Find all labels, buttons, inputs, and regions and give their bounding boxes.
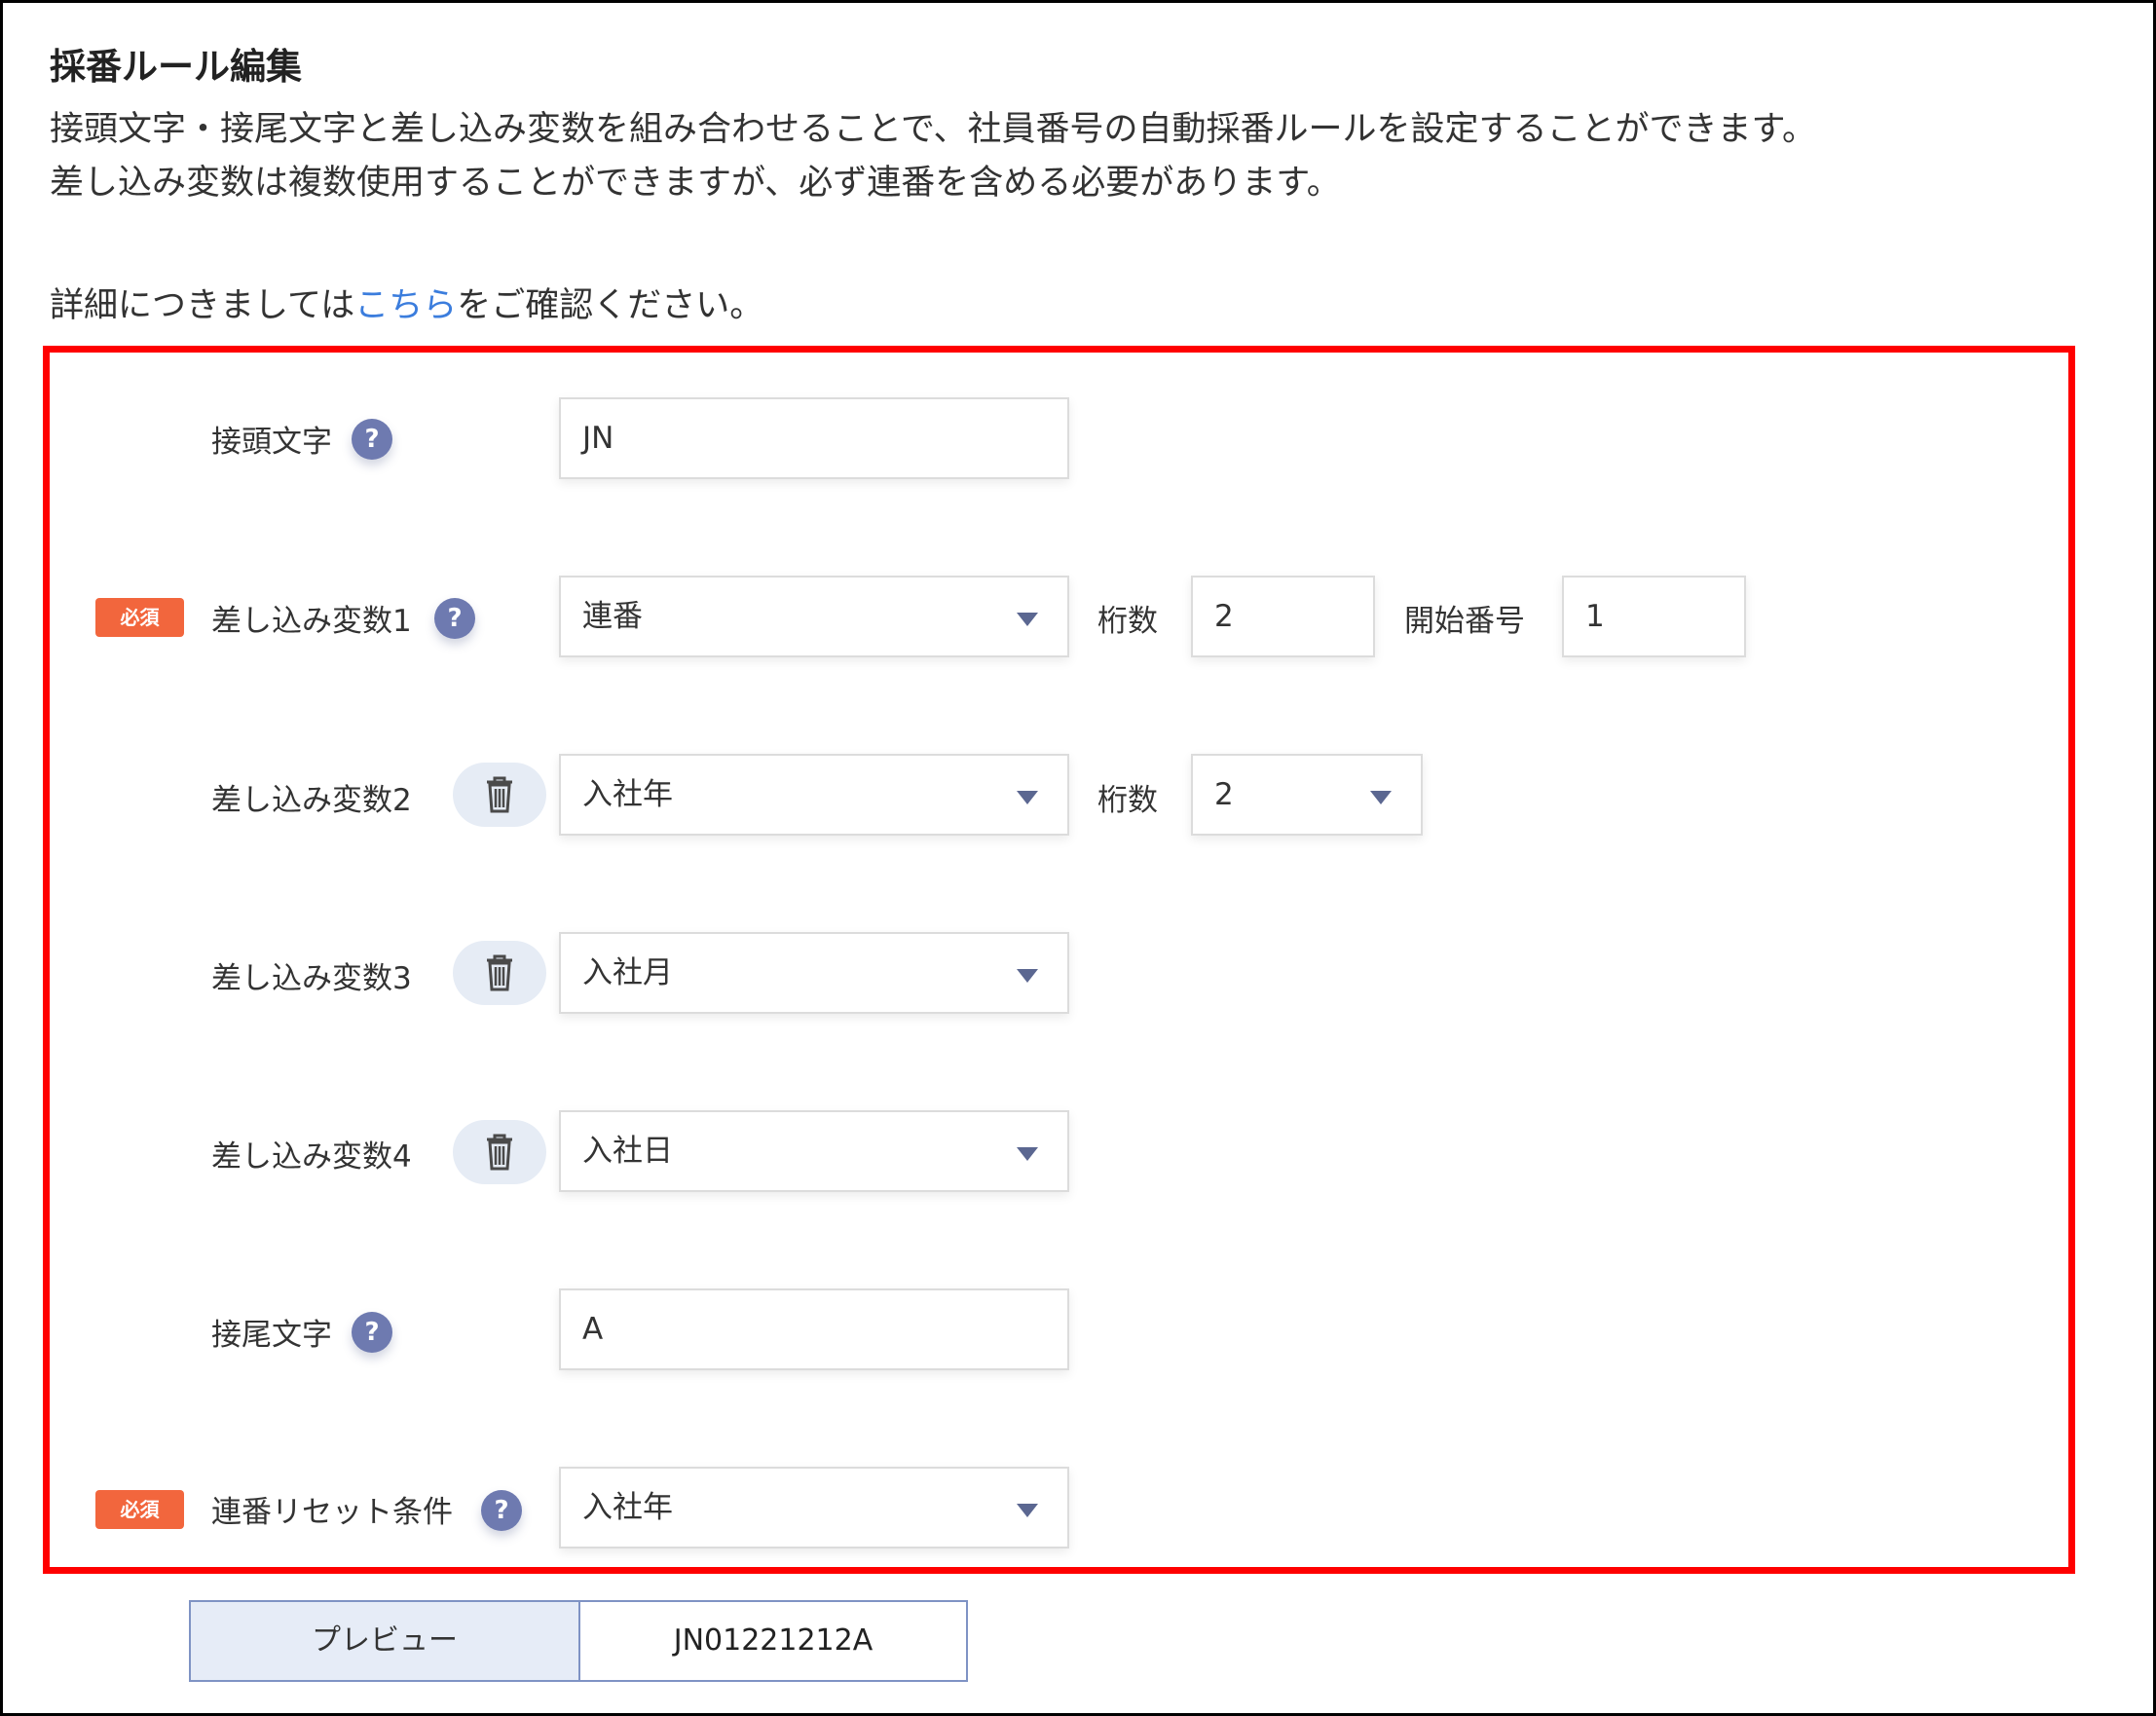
description-line-1: 接頭文字・接尾文字と差し込み変数を組み合わせることで、社員番号の自動採番ルールを… (50, 110, 1817, 149)
var2-select[interactable]: 入社年 (559, 754, 1069, 836)
trash-icon (487, 954, 512, 991)
var1-label: 差し込み変数1 (211, 604, 412, 639)
detail-text: 詳細につきましてはこちらをご確認ください。 (50, 278, 763, 327)
caret-down-icon (1017, 1147, 1038, 1161)
suffix-help-icon[interactable]: ? (352, 1312, 392, 1353)
var3-select[interactable]: 入社月 (559, 932, 1069, 1014)
var1-select-value: 連番 (582, 599, 643, 634)
reset-required-badge: 必須 (95, 1490, 184, 1529)
preview-label: プレビュー (189, 1600, 580, 1682)
var2-digits-value: 2 (1214, 777, 1234, 812)
var1-start-input[interactable]: 1 (1562, 576, 1746, 657)
var4-select[interactable]: 入社日 (559, 1110, 1069, 1192)
var1-digits-input[interactable]: 2 (1191, 576, 1375, 657)
var2-digits-select[interactable]: 2 (1191, 754, 1423, 836)
prefix-input[interactable]: JN (559, 397, 1069, 479)
reset-label: 連番リセット条件 (211, 1495, 453, 1530)
reset-select-value: 入社年 (582, 1490, 673, 1525)
caret-down-icon (1017, 1504, 1038, 1517)
trash-icon (487, 1134, 512, 1171)
trash-icon (487, 776, 512, 813)
var1-help-icon[interactable]: ? (434, 598, 475, 639)
var3-select-value: 入社月 (582, 955, 673, 990)
var2-label: 差し込み変数2 (211, 783, 412, 818)
caret-down-icon (1017, 613, 1038, 626)
var1-digits-label: 桁数 (1097, 604, 1158, 639)
reset-select[interactable]: 入社年 (559, 1467, 1069, 1548)
suffix-input[interactable]: A (559, 1288, 1069, 1370)
detail-prefix: 詳細につきましては (50, 286, 355, 325)
detail-suffix: をご確認ください。 (457, 286, 764, 325)
var4-label: 差し込み変数4 (211, 1139, 412, 1175)
var4-select-value: 入社日 (582, 1134, 673, 1169)
var2-select-value: 入社年 (582, 777, 673, 812)
description-line-2: 差し込み変数は複数使用することができますが、必ず連番を含める必要があります。 (50, 164, 1341, 203)
suffix-label: 接尾文字 (211, 1318, 332, 1353)
preview-value: JN01221212A (578, 1600, 968, 1682)
caret-down-icon (1017, 791, 1038, 804)
page-title: 採番ルール編集 (50, 46, 302, 88)
detail-link[interactable]: こちら (354, 286, 457, 325)
var3-label: 差し込み変数3 (211, 961, 412, 996)
var2-digits-label: 桁数 (1097, 783, 1158, 818)
reset-help-icon[interactable]: ? (481, 1490, 522, 1531)
var1-required-badge: 必須 (95, 598, 184, 637)
var3-delete-button[interactable] (453, 941, 546, 1005)
prefix-label: 接頭文字 (211, 425, 332, 460)
caret-down-icon (1370, 791, 1392, 804)
prefix-help-icon[interactable]: ? (352, 419, 392, 460)
var1-start-label: 開始番号 (1404, 604, 1525, 639)
var1-select[interactable]: 連番 (559, 576, 1069, 657)
var2-delete-button[interactable] (453, 763, 546, 827)
var4-delete-button[interactable] (453, 1120, 546, 1184)
caret-down-icon (1017, 969, 1038, 983)
